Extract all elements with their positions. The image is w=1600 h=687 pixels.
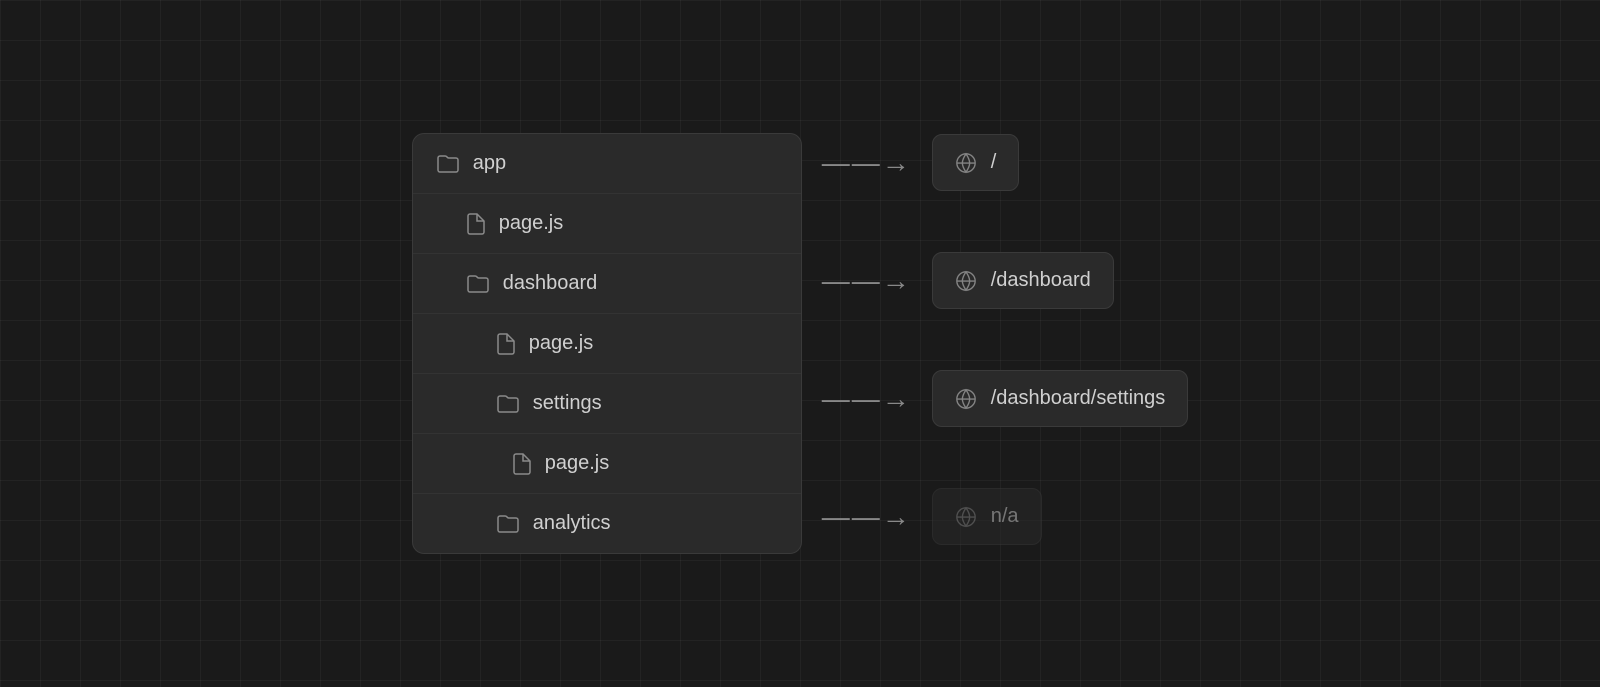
globe-icon: [955, 270, 977, 292]
tree-item-settings-page-label: page.js: [545, 452, 610, 475]
route-analytics: n/a: [932, 488, 1042, 545]
row-dashboard: ——→ /dashboard: [802, 251, 1189, 310]
tree-item-dashboard-page: page.js: [413, 314, 801, 374]
tree-item-app-page: page.js: [413, 194, 801, 254]
tree-item-app: app: [413, 134, 801, 194]
row-settings-page: [802, 428, 1189, 487]
tree-item-dashboard-label: dashboard: [503, 272, 598, 295]
tree-item-app-label: app: [473, 152, 506, 175]
arrow-dashboard: ——→: [802, 265, 932, 297]
route-root: /: [932, 134, 1020, 191]
folder-icon: [437, 154, 459, 174]
arrow-analytics: ——→: [802, 501, 932, 533]
route-root-label: /: [991, 151, 997, 174]
right-section: ——→ / ——→: [802, 133, 1189, 546]
tree-item-app-page-label: page.js: [499, 212, 564, 235]
file-tree: app page.js dashboard page.js: [412, 133, 802, 554]
route-analytics-label: n/a: [991, 505, 1019, 528]
globe-icon: [955, 152, 977, 174]
folder-icon: [467, 274, 489, 294]
row-app: ——→ /: [802, 133, 1189, 192]
file-icon: [497, 333, 515, 355]
file-icon: [513, 453, 531, 475]
row-settings: ——→ /dashboard/settings: [802, 369, 1189, 428]
arrow-settings: ——→: [802, 383, 932, 415]
arrow-app: ——→: [802, 147, 932, 179]
row-app-page: [802, 192, 1189, 251]
route-dashboard: /dashboard: [932, 252, 1114, 309]
arrow-symbol-settings: ——→: [822, 383, 912, 415]
tree-item-settings: settings: [413, 374, 801, 434]
tree-item-analytics: analytics: [413, 494, 801, 553]
diagram-container: app page.js dashboard page.js: [412, 133, 1189, 554]
globe-icon: [955, 388, 977, 410]
row-analytics: ——→ n/a: [802, 487, 1189, 546]
folder-icon: [497, 514, 519, 534]
arrow-symbol-dashboard: ——→: [822, 265, 912, 297]
tree-item-settings-page: page.js: [413, 434, 801, 494]
tree-item-dashboard-page-label: page.js: [529, 332, 594, 355]
folder-icon: [497, 394, 519, 414]
tree-item-settings-label: settings: [533, 392, 602, 415]
tree-item-analytics-label: analytics: [533, 512, 611, 535]
globe-icon: [955, 506, 977, 528]
route-dashboard-label: /dashboard: [991, 269, 1091, 292]
tree-item-dashboard: dashboard: [413, 254, 801, 314]
file-icon: [467, 213, 485, 235]
row-dashboard-page: [802, 310, 1189, 369]
route-settings: /dashboard/settings: [932, 370, 1189, 427]
arrow-symbol-app: ——→: [822, 147, 912, 179]
arrow-symbol-analytics: ——→: [822, 501, 912, 533]
route-settings-label: /dashboard/settings: [991, 387, 1166, 410]
